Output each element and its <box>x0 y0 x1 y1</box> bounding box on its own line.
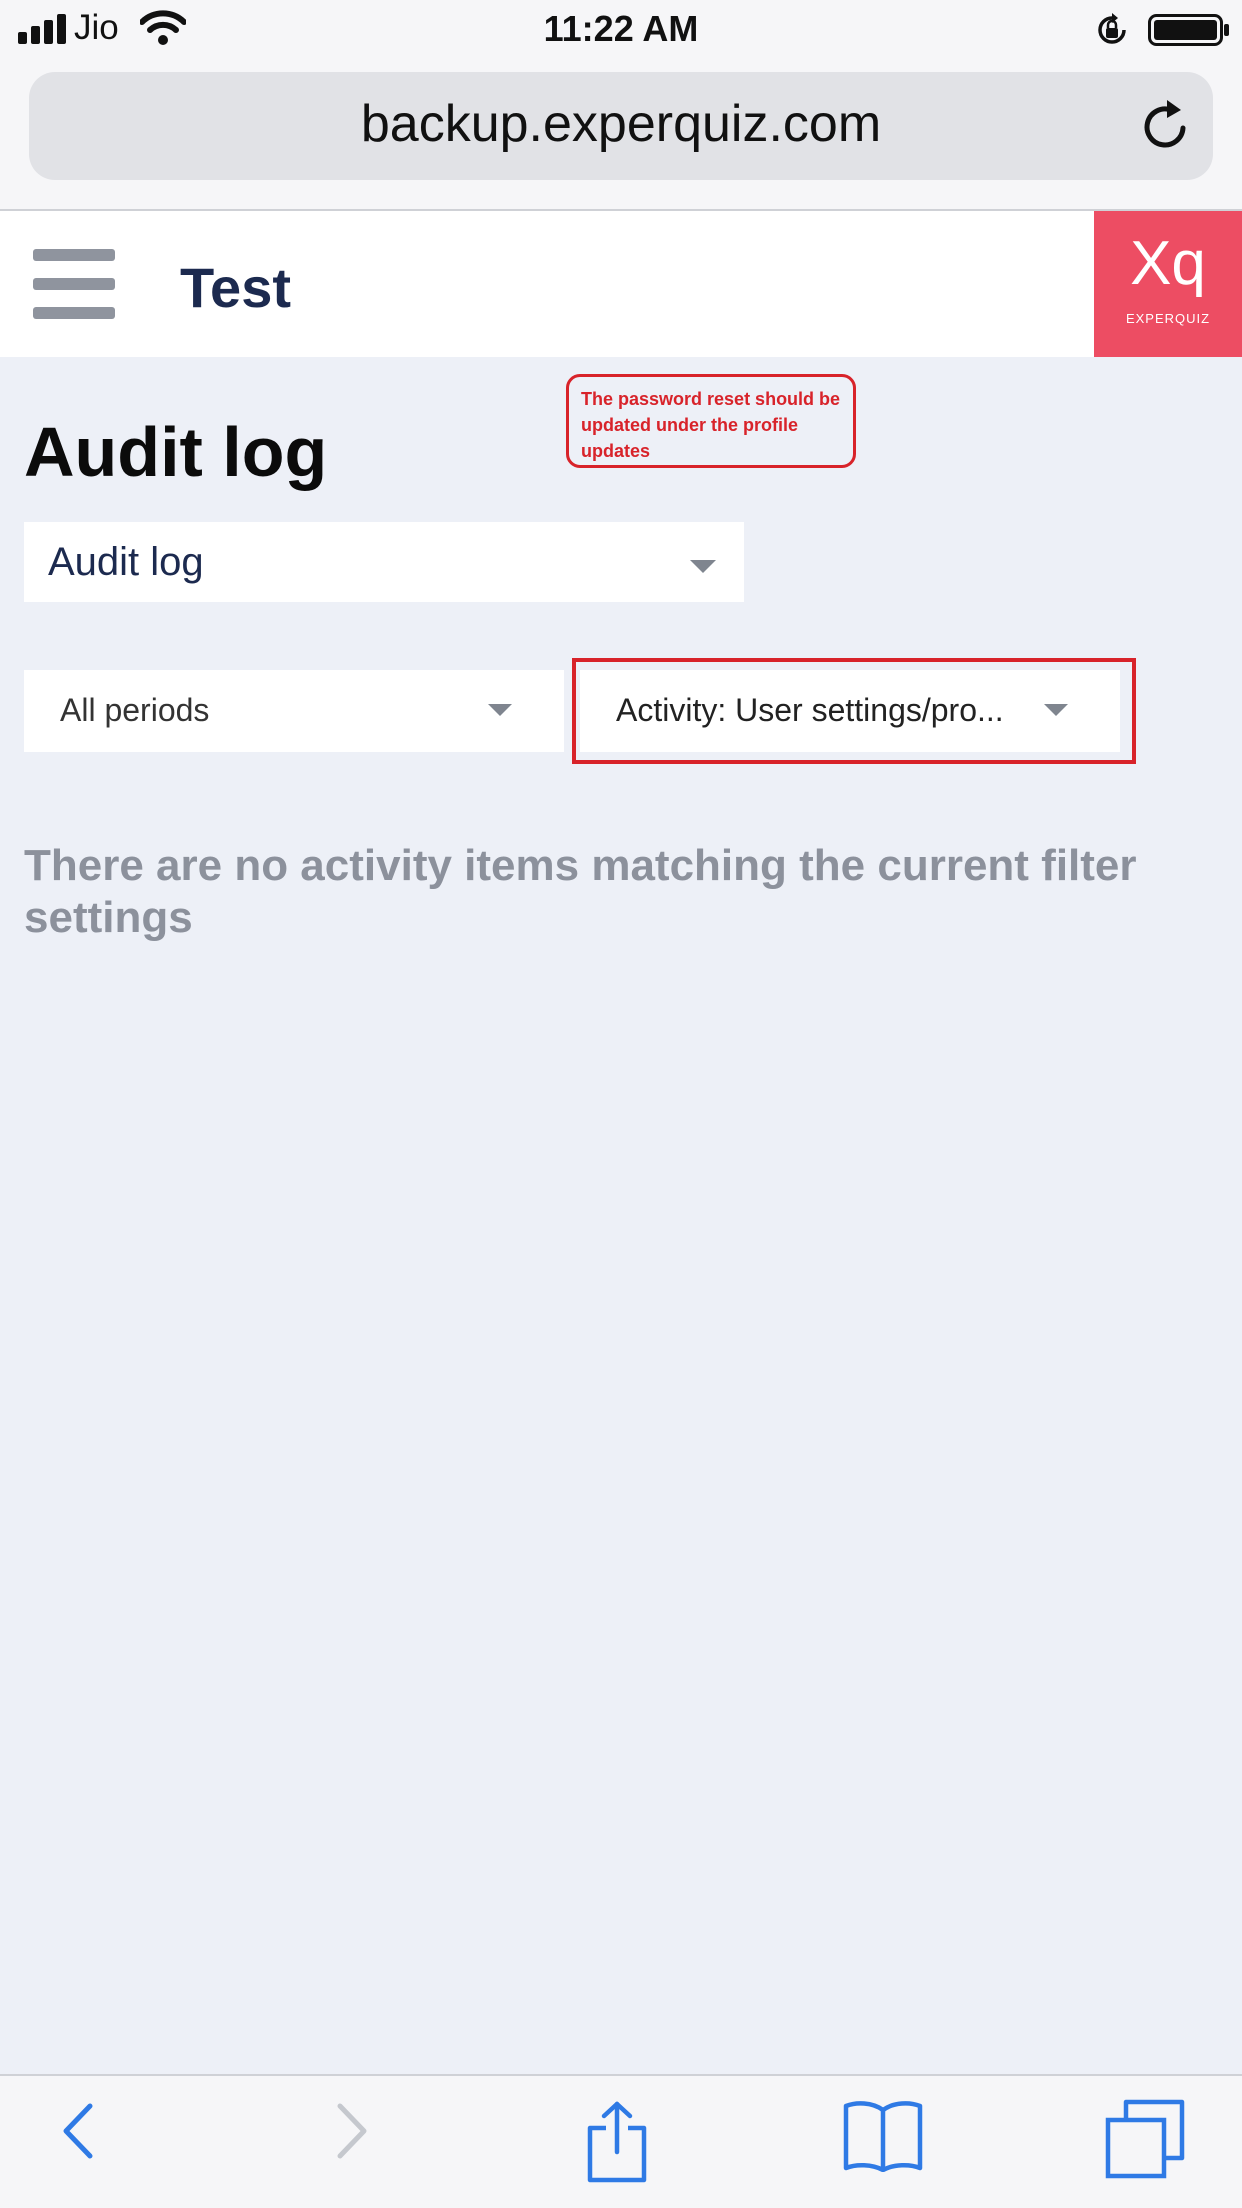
period-filter-select[interactable]: All periods <box>24 670 564 752</box>
share-icon[interactable] <box>584 2100 650 2184</box>
bookmarks-icon[interactable] <box>842 2098 924 2172</box>
status-time: 11:22 AM <box>543 8 699 49</box>
tabs-icon[interactable] <box>1104 2098 1186 2180</box>
report-type-select[interactable]: Audit log <box>24 522 744 602</box>
report-type-value: Audit log <box>48 540 204 584</box>
status-bar: Jio 11:22 AM <box>0 0 1242 62</box>
empty-state-message: There are no activity items matching the… <box>24 841 1137 942</box>
back-chevron-icon[interactable] <box>56 2098 100 2164</box>
period-filter-value: All periods <box>60 692 210 728</box>
battery-icon <box>1148 14 1229 46</box>
experquiz-logo[interactable]: Xq EXPERQUIZ <box>1094 211 1242 357</box>
reload-icon[interactable] <box>1137 98 1193 154</box>
app-title: Test <box>180 256 291 319</box>
annotation-note: The password reset should be updated und… <box>566 374 856 468</box>
app-header: Test Xq EXPERQUIZ <box>0 211 1242 357</box>
logo-text: EXPERQUIZ <box>1125 311 1211 326</box>
chevron-down-icon <box>488 704 512 716</box>
chevron-down-icon <box>690 560 716 573</box>
hamburger-menu-icon[interactable] <box>33 249 115 319</box>
browser-toolbar <box>0 2074 1242 2208</box>
forward-chevron-icon[interactable] <box>330 2098 374 2164</box>
address-bar[interactable]: backup.experquiz.com <box>29 72 1213 180</box>
url-text: backup.experquiz.com <box>360 95 882 153</box>
annotation-highlight-box <box>572 658 1136 764</box>
logo-mark: Xq <box>1130 229 1206 298</box>
browser-chrome: Jio 11:22 AM backup.experquiz.com <box>0 0 1242 211</box>
page-title: Audit log <box>24 413 328 491</box>
rotation-lock-icon <box>1098 13 1126 44</box>
